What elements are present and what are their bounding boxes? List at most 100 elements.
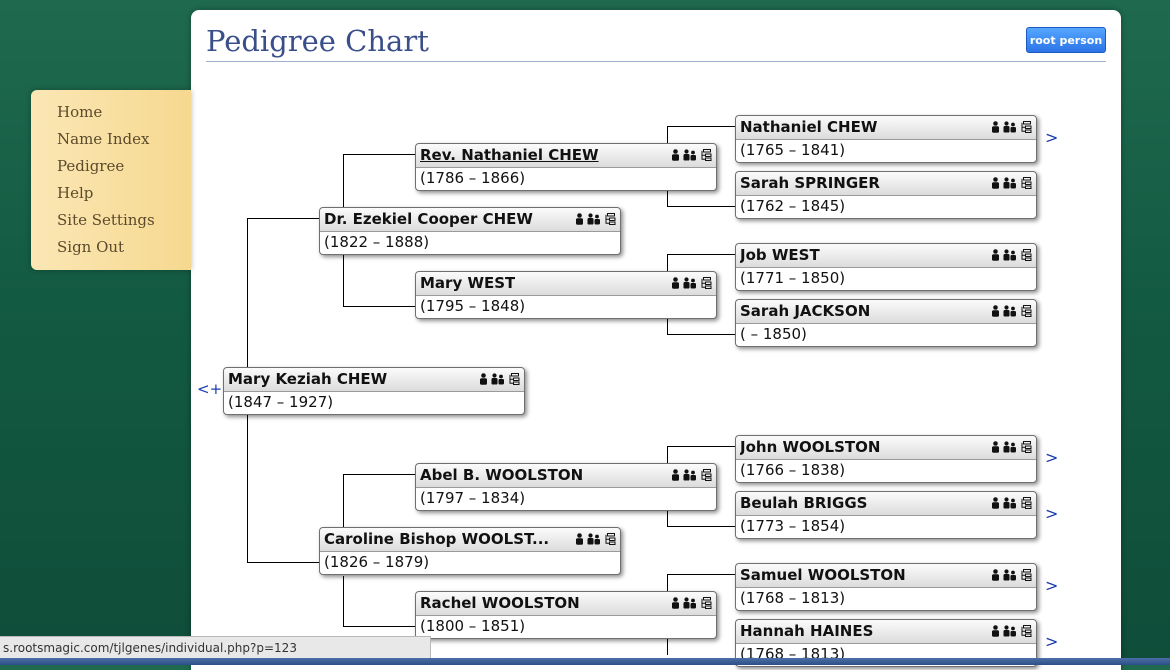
family-icon[interactable] [1003,441,1017,453]
person-icon[interactable] [479,373,488,385]
person-box[interactable]: Rachel WOOLSTON (1800 – 1851) [415,591,717,639]
family-icon[interactable] [1003,249,1017,261]
descendants-icon[interactable] [700,469,712,481]
sidebar-menu: Home Name Index Pedigree Help Site Setti… [31,90,191,270]
person-box[interactable]: Sarah JACKSON ( – 1850) [735,299,1037,347]
descendants-icon[interactable] [700,149,712,161]
family-icon[interactable] [683,469,697,481]
person-box[interactable]: Nathaniel CHEW (1765 – 1841) [735,115,1037,163]
person-icon[interactable] [991,497,1000,509]
family-icon[interactable] [1003,497,1017,509]
person-name[interactable]: Mary WEST [420,274,515,292]
person-name[interactable]: Beulah BRIGGS [740,494,867,512]
more-ancestors-arrow[interactable]: > [1045,632,1058,651]
family-icon[interactable] [491,373,505,385]
descendants-icon[interactable] [604,533,616,545]
person-box[interactable]: Samuel WOOLSTON (1768 – 1813) [735,563,1037,611]
connector-line [667,254,668,272]
person-name[interactable]: Samuel WOOLSTON [740,566,906,584]
person-icon[interactable] [671,277,680,289]
descendants-icon[interactable] [1020,177,1032,189]
root-person-button[interactable]: root person [1026,27,1106,53]
person-name[interactable]: John WOOLSTON [740,438,880,456]
family-icon[interactable] [1003,121,1017,133]
person-name[interactable]: Sarah JACKSON [740,302,870,320]
person-name-bar: Hannah HAINES [736,620,1036,644]
sidebar-item-site-settings[interactable]: Site Settings [57,211,155,229]
person-name[interactable]: Rev. Nathaniel CHEW [420,146,599,164]
descendants-icon[interactable] [1020,305,1032,317]
descendants-icon[interactable] [700,277,712,289]
sidebar-item-name-index[interactable]: Name Index [57,130,149,148]
family-icon[interactable] [587,533,601,545]
person-name[interactable]: Job WEST [740,246,820,264]
sidebar-item-home[interactable]: Home [57,103,102,121]
connector-line [667,126,668,144]
person-box[interactable]: Job WEST (1771 – 1850) [735,243,1037,291]
more-ancestors-arrow[interactable]: > [1045,128,1058,147]
connector-line [667,639,668,655]
person-icon[interactable] [671,149,680,161]
back-arrow[interactable]: <+ [197,380,222,398]
descendants-icon[interactable] [508,373,520,385]
sidebar-item-pedigree[interactable]: Pedigree [57,157,124,175]
more-ancestors-arrow[interactable]: > [1045,504,1058,523]
person-name[interactable]: Nathaniel CHEW [740,118,877,136]
person-box[interactable]: Mary Keziah CHEW (1847 – 1927) [223,367,525,415]
person-box[interactable]: Beulah BRIGGS (1773 – 1854) [735,491,1037,539]
sidebar-item-sign-out[interactable]: Sign Out [57,238,124,256]
family-icon[interactable] [1003,177,1017,189]
person-name[interactable]: Sarah SPRINGER [740,174,880,192]
person-box[interactable]: John WOOLSTON (1766 – 1838) [735,435,1037,483]
more-ancestors-arrow[interactable]: > [1045,576,1058,595]
connector-line [667,526,736,527]
person-name[interactable]: Mary Keziah CHEW [228,370,387,388]
descendants-icon[interactable] [1020,569,1032,581]
person-name-bar: Rev. Nathaniel CHEW [416,144,716,168]
person-icon[interactable] [991,625,1000,637]
family-icon[interactable] [683,277,697,289]
person-name[interactable]: Abel B. WOOLSTON [420,466,583,484]
person-icon[interactable] [575,213,584,225]
person-name[interactable]: Caroline Bishop WOOLST... [324,530,549,548]
person-name-bar: Sarah JACKSON [736,300,1036,324]
person-icon[interactable] [671,469,680,481]
person-name[interactable]: Hannah HAINES [740,622,873,640]
person-icon[interactable] [991,177,1000,189]
person-box[interactable]: Rev. Nathaniel CHEW (1786 – 1866) [415,143,717,191]
person-box[interactable]: Abel B. WOOLSTON (1797 – 1834) [415,463,717,511]
family-icon[interactable] [1003,569,1017,581]
descendants-icon[interactable] [700,597,712,609]
descendants-icon[interactable] [1020,249,1032,261]
person-name-bar: Rachel WOOLSTON [416,592,716,616]
connector-line [667,574,668,592]
more-ancestors-arrow[interactable]: > [1045,448,1058,467]
person-dates: (1765 – 1841) [740,141,846,159]
connector-line [667,446,736,447]
person-icon[interactable] [991,305,1000,317]
person-icon[interactable] [671,597,680,609]
descendants-icon[interactable] [1020,121,1032,133]
family-icon[interactable] [683,149,697,161]
family-icon[interactable] [1003,625,1017,637]
sidebar-item-help[interactable]: Help [57,184,93,202]
descendants-icon[interactable] [1020,497,1032,509]
person-name[interactable]: Rachel WOOLSTON [420,594,580,612]
person-box[interactable]: Sarah SPRINGER (1762 – 1845) [735,171,1037,219]
person-icon[interactable] [991,249,1000,261]
family-icon[interactable] [587,213,601,225]
person-icon[interactable] [991,569,1000,581]
person-icon[interactable] [991,441,1000,453]
person-box[interactable]: Mary WEST (1795 – 1848) [415,271,717,319]
descendants-icon[interactable] [1020,625,1032,637]
person-icon[interactable] [991,121,1000,133]
family-icon[interactable] [1003,305,1017,317]
person-box[interactable]: Caroline Bishop WOOLST... (1826 – 1879) [319,527,621,575]
title-divider [206,61,1106,62]
descendants-icon[interactable] [1020,441,1032,453]
family-icon[interactable] [683,597,697,609]
person-box[interactable]: Dr. Ezekiel Cooper CHEW (1822 – 1888) [319,207,621,255]
descendants-icon[interactable] [604,213,616,225]
person-name[interactable]: Dr. Ezekiel Cooper CHEW [324,210,533,228]
person-icon[interactable] [575,533,584,545]
